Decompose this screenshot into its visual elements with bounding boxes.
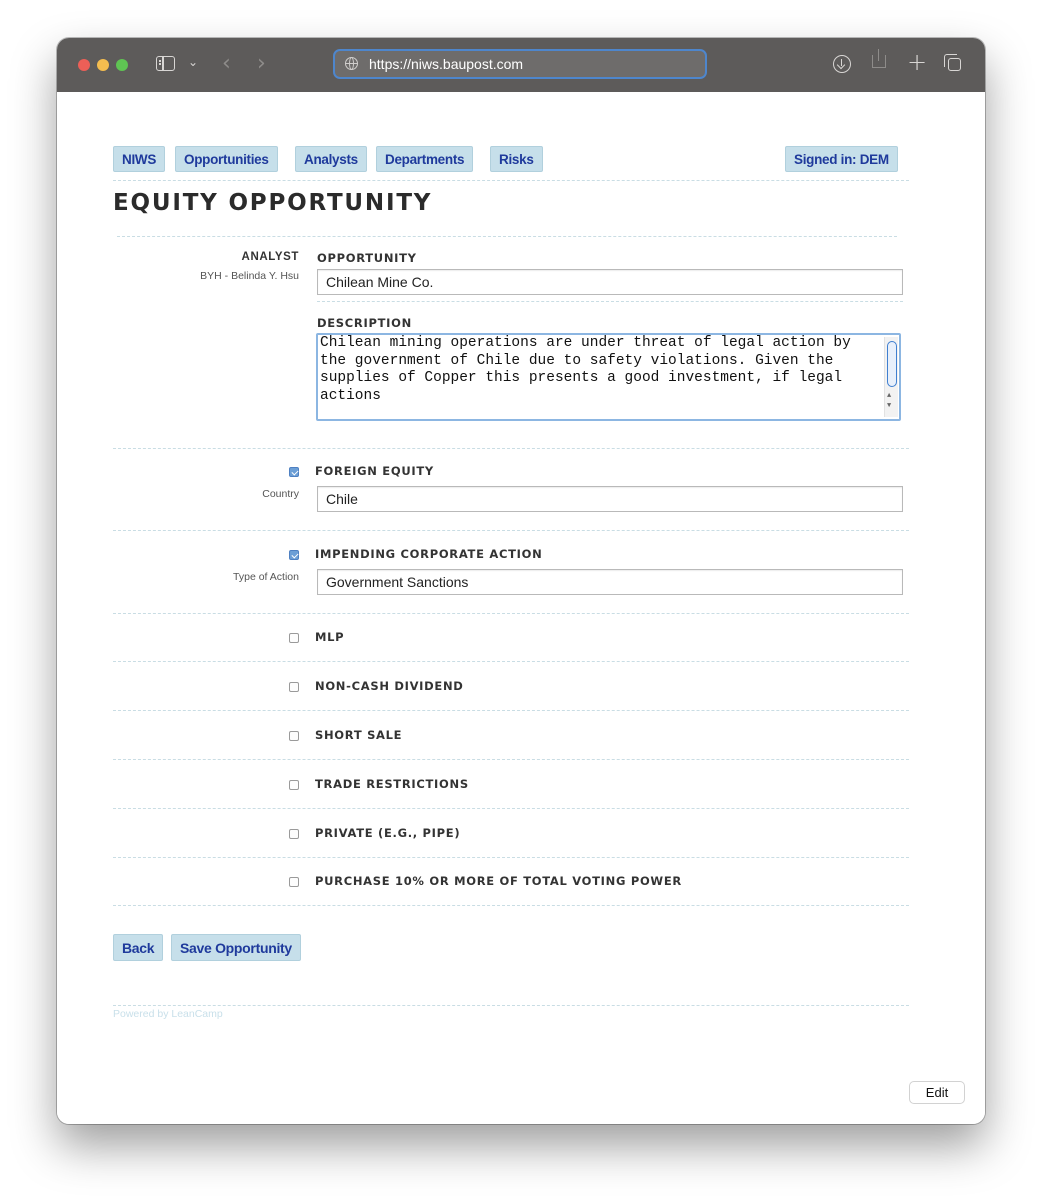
back-button[interactable]: Back: [113, 934, 164, 961]
nav-analysts[interactable]: Analysts: [295, 146, 367, 172]
nav-opportunities[interactable]: Opportunities: [175, 146, 278, 172]
divider: [113, 530, 909, 531]
signed-in-badge[interactable]: Signed in: DEM: [785, 146, 898, 172]
short-sale-label: SHORT SALE: [315, 728, 403, 742]
opportunity-label: OPPORTUNITY: [317, 251, 417, 265]
mlp-checkbox[interactable]: [289, 633, 299, 643]
divider: [113, 710, 909, 711]
divider: [113, 613, 909, 614]
private-pipe-label: PRIVATE (E.G., PIPE): [315, 826, 461, 840]
divider: [113, 808, 909, 809]
browser-window: ⌄ ‹ › https://niws.baupost.com + NIWS Op…: [57, 38, 985, 1124]
analyst-label: ANALYST: [241, 251, 299, 263]
sidebar-icon[interactable]: [156, 56, 175, 71]
mlp-label: MLP: [315, 630, 345, 644]
tab-overview-icon[interactable]: [944, 54, 961, 71]
nav-risks[interactable]: Risks: [490, 146, 543, 172]
corporate-action-checkbox[interactable]: [289, 550, 299, 560]
divider: [113, 448, 909, 449]
globe-icon: [345, 57, 358, 70]
trade-restrictions-checkbox[interactable]: [289, 780, 299, 790]
description-label: DESCRIPTION: [317, 316, 412, 330]
description-text: Chilean mining operations are under thre…: [320, 335, 851, 404]
divider: [113, 905, 909, 906]
forward-arrow-icon[interactable]: ›: [257, 51, 266, 76]
nav-departments[interactable]: Departments: [376, 146, 474, 172]
private-pipe-checkbox[interactable]: [289, 829, 299, 839]
non-cash-dividend-checkbox[interactable]: [289, 682, 299, 692]
voting-power-label: PURCHASE 10% OR MORE OF TOTAL VOTING POW…: [315, 874, 682, 888]
back-arrow-icon[interactable]: ‹: [222, 51, 231, 76]
divider: [113, 661, 909, 662]
scroll-down-arrow-icon[interactable]: ▼: [887, 398, 891, 416]
divider: [113, 1005, 909, 1006]
edit-button[interactable]: Edit: [909, 1081, 965, 1104]
close-window-button[interactable]: [78, 59, 90, 71]
page-content: NIWS Opportunities Analysts Departments …: [57, 92, 985, 1124]
country-input[interactable]: Chile: [317, 486, 903, 512]
page-title: EQUITY OPPORTUNITY: [113, 190, 433, 216]
divider: [117, 236, 897, 237]
download-icon[interactable]: [833, 55, 851, 73]
nav-niws[interactable]: NIWS: [113, 146, 166, 172]
country-label: Country: [262, 488, 299, 500]
non-cash-dividend-label: NON-CASH DIVIDEND: [315, 679, 464, 693]
share-icon[interactable]: [872, 49, 886, 68]
textarea-scrollbar[interactable]: ▲ ▼: [884, 337, 898, 417]
scrollbar-thumb[interactable]: [887, 341, 897, 387]
foreign-equity-label: FOREIGN EQUITY: [315, 464, 434, 478]
type-of-action-label: Type of Action: [233, 571, 299, 583]
foreign-equity-checkbox[interactable]: [289, 467, 299, 477]
address-bar[interactable]: https://niws.baupost.com: [333, 49, 707, 79]
analyst-value: BYH - Belinda Y. Hsu: [200, 270, 299, 282]
divider: [317, 301, 903, 302]
description-textarea[interactable]: Chilean mining operations are under thre…: [316, 333, 901, 421]
divider: [113, 759, 909, 760]
short-sale-checkbox[interactable]: [289, 731, 299, 741]
divider: [113, 857, 909, 858]
footer-powered-by[interactable]: Powered by LeanCamp: [113, 1008, 223, 1020]
zoom-window-button[interactable]: [116, 59, 128, 71]
browser-toolbar: ⌄ ‹ › https://niws.baupost.com +: [57, 38, 985, 92]
save-opportunity-button[interactable]: Save Opportunity: [171, 934, 301, 961]
url-text: https://niws.baupost.com: [369, 56, 524, 72]
corporate-action-label: IMPENDING CORPORATE ACTION: [315, 547, 543, 561]
voting-power-checkbox[interactable]: [289, 877, 299, 887]
type-of-action-input[interactable]: Government Sanctions: [317, 569, 903, 595]
chevron-down-icon[interactable]: ⌄: [188, 55, 198, 69]
trade-restrictions-label: TRADE RESTRICTIONS: [315, 777, 469, 791]
minimize-window-button[interactable]: [97, 59, 109, 71]
opportunity-input[interactable]: Chilean Mine Co.: [317, 269, 903, 295]
new-tab-icon[interactable]: +: [907, 48, 927, 76]
top-nav: NIWS Opportunities Analysts Departments …: [113, 146, 909, 181]
